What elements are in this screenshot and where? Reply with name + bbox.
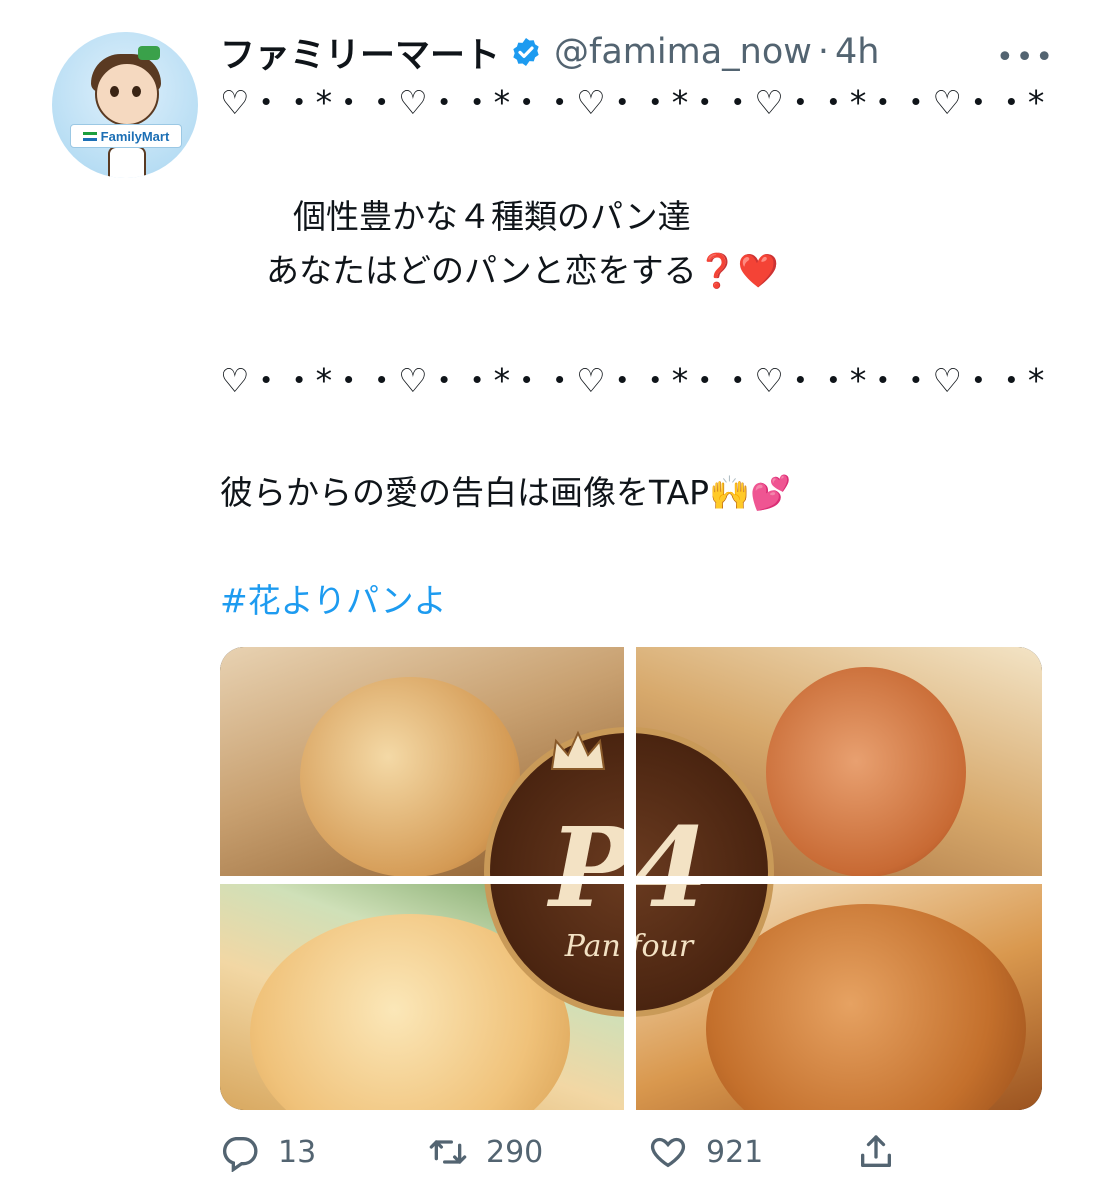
retweet-count: 290 [486, 1134, 544, 1170]
share-button[interactable] [856, 1132, 896, 1172]
avatar-bow [138, 46, 160, 60]
bread-hotdog [766, 667, 966, 876]
verified-icon [513, 38, 539, 66]
display-name[interactable]: ファミリーマート [220, 27, 500, 78]
retweet-icon [429, 1140, 467, 1164]
avatar-eye [132, 86, 141, 97]
tweet-line: 彼らからの愛の告白は画像をTAP🙌💕 [220, 473, 792, 512]
timestamp[interactable]: 4h [835, 32, 879, 72]
reply-button[interactable]: 13 [220, 1132, 316, 1172]
avatar-badge-label: FamilyMart [100, 128, 170, 144]
like-button[interactable]: 921 [648, 1132, 763, 1172]
avatar[interactable]: FamilyMart [52, 32, 198, 178]
reply-icon [223, 1137, 258, 1172]
user-handle[interactable]: @famima_now [554, 32, 812, 72]
tweet-body: ♡・・*・・♡・・*・・♡・・*・・♡・・*・・♡・・* 個性豊かな４種類のパン… [220, 80, 1070, 617]
share-icon [861, 1135, 891, 1167]
tweet-line: あなたはどのパンと恋をする❓❤️ [266, 251, 779, 290]
avatar-body [108, 146, 146, 178]
tweet-line: ♡・・*・・♡・・*・・♡・・*・・♡・・*・・♡・・* [220, 361, 1045, 400]
avatar-badge: FamilyMart [70, 124, 182, 148]
tweet-line: 個性豊かな４種類のパン達 [260, 197, 691, 236]
avatar-face [95, 62, 159, 126]
tweet-actions: 13 290 921 [220, 1132, 1042, 1182]
grid-divider [220, 876, 1042, 884]
like-icon [650, 1137, 686, 1168]
like-count: 921 [706, 1134, 764, 1170]
more-icon[interactable]: ••• [996, 40, 1055, 75]
avatar-eye [110, 86, 119, 97]
header-separator: · [817, 32, 830, 72]
crown-icon [550, 730, 606, 770]
familymart-logo-icon [82, 131, 97, 141]
tweet-media-grid[interactable]: P4 Pan four [220, 647, 1042, 1110]
hashtag-link[interactable]: #花よりパンよ [220, 584, 447, 617]
retweet-button[interactable]: 290 [428, 1132, 543, 1172]
reply-count: 13 [278, 1134, 317, 1170]
tweet-header: ファミリーマート @famima_now · 4h [220, 26, 879, 78]
tweet-line: ♡・・*・・♡・・*・・♡・・*・・♡・・*・・♡・・* [220, 83, 1045, 122]
